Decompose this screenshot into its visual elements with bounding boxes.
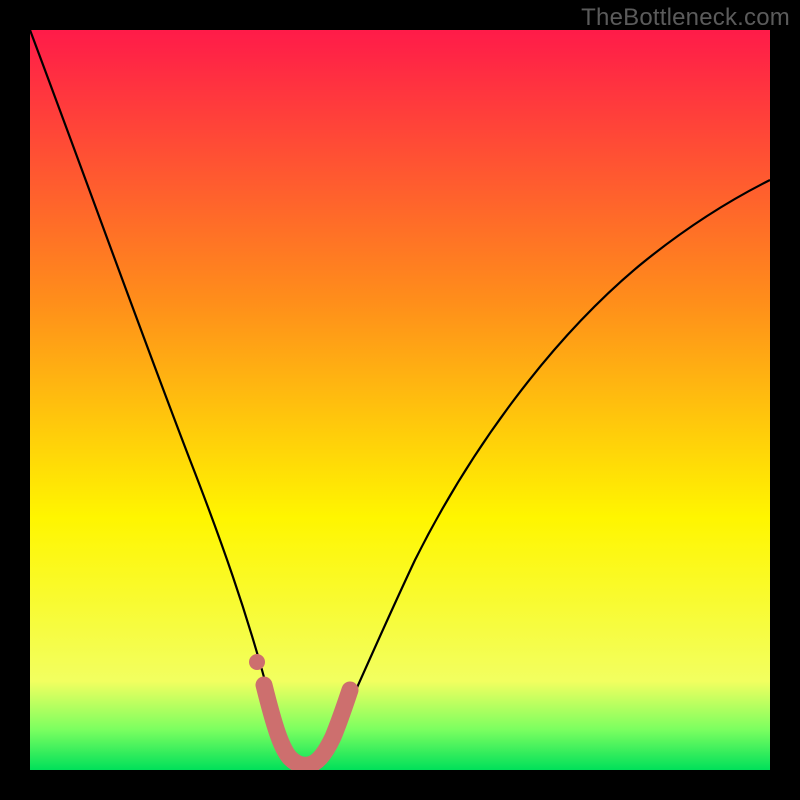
- marker-dot: [249, 654, 265, 670]
- marker-basin: [264, 685, 350, 765]
- bottleneck-curve: [30, 30, 770, 766]
- watermark-text: TheBottleneck.com: [581, 4, 790, 32]
- chart-plot: [30, 30, 770, 770]
- chart-frame: [30, 30, 770, 770]
